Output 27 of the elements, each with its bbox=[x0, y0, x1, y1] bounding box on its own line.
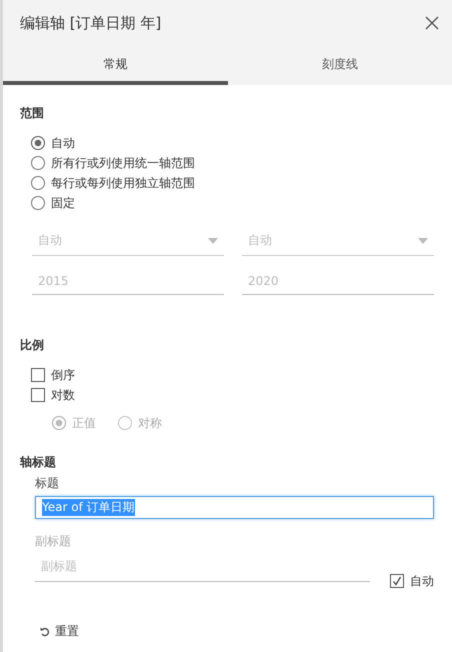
tab[interactable]: 刻度线 bbox=[228, 50, 452, 85]
checkbox[interactable] bbox=[390, 574, 404, 588]
checkbox-label: 对数 bbox=[51, 386, 75, 404]
caret-icon bbox=[418, 238, 428, 244]
reset-button[interactable]: 重置 bbox=[40, 623, 79, 640]
section-heading: 比例 bbox=[20, 337, 45, 354]
radio-label: 正值 bbox=[72, 414, 96, 432]
reset-icon bbox=[40, 626, 50, 637]
radio-label: 所有行或列使用统一轴范围 bbox=[51, 154, 195, 172]
checkbox-label: 倒序 bbox=[51, 366, 75, 384]
subtitle-input-field[interactable]: 副标题 bbox=[35, 554, 370, 582]
field-label: 副标题 bbox=[35, 533, 71, 550]
close-icon[interactable] bbox=[424, 15, 440, 31]
section-heading: 轴标题 bbox=[20, 454, 57, 471]
radio-label: 每行或每列使用独立轴范围 bbox=[51, 174, 195, 192]
radio-label: 固定 bbox=[51, 194, 75, 212]
checkbox[interactable] bbox=[31, 368, 45, 382]
caret-icon bbox=[208, 238, 218, 244]
checkbox[interactable] bbox=[31, 388, 45, 402]
section-heading: 范围 bbox=[20, 105, 45, 122]
checkbox-label: 自动 bbox=[410, 572, 434, 590]
tab[interactable]: 常规 bbox=[3, 50, 228, 85]
field-label: 标题 bbox=[35, 475, 59, 492]
dialog-title: 编辑轴 [订单日期 年] bbox=[20, 14, 162, 32]
title-input-field[interactable]: Year of 订单日期 bbox=[35, 496, 434, 519]
radio-label: 自动 bbox=[51, 134, 75, 152]
radio-label: 对称 bbox=[138, 414, 162, 432]
